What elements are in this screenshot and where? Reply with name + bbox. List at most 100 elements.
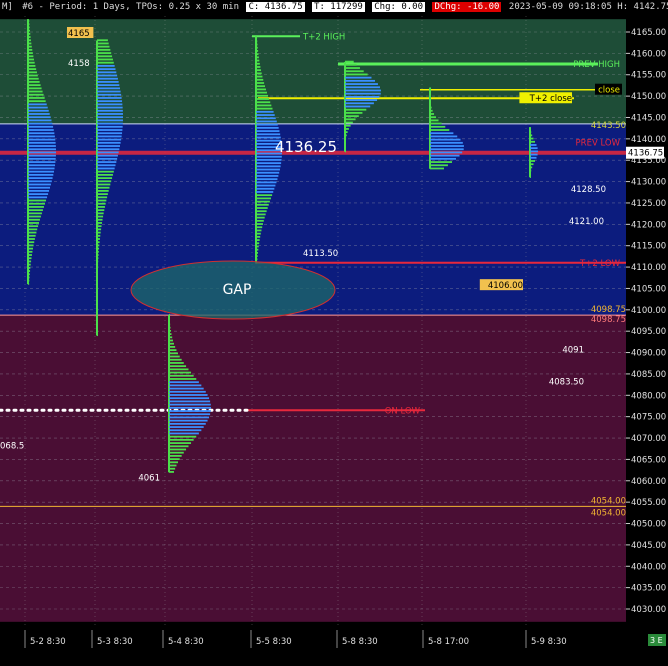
y-tick-label: 4120.00: [631, 220, 666, 230]
tpo-row: [28, 183, 51, 186]
chart-svg[interactable]: GAP 4136.25 4165 4158 4143.50 4128.50 4121.00 4…: [0, 0, 668, 666]
tpo-row: [169, 394, 208, 396]
tpo-row: [530, 140, 536, 143]
y-tick-label: 4100.00: [631, 306, 666, 316]
tpo-row: [430, 103, 431, 106]
price-tag: 4136.75: [628, 149, 663, 159]
tpo-row: [28, 145, 56, 147]
y-tick-label: 4095.00: [631, 327, 666, 337]
tpo-row: [430, 90, 431, 93]
tpo-row: [97, 97, 122, 99]
tpo-row: [169, 400, 211, 403]
tpo-row: [345, 67, 360, 69]
tpo-row: [530, 147, 538, 150]
tpo-row: [530, 153, 538, 156]
tpo-row: [97, 84, 120, 87]
tpo-row: [256, 181, 277, 184]
tpo-row: [97, 68, 116, 70]
tpo-row: [97, 202, 106, 205]
tpo-row: [256, 207, 268, 209]
price-annotation: 4106.00: [488, 281, 523, 291]
y-tick-label: 4035.00: [631, 584, 666, 594]
tpo-row: [97, 170, 114, 173]
corner-button[interactable]: 3 E: [650, 636, 663, 645]
header-ticks: T: 117299: [312, 2, 365, 12]
tpo-row: [97, 206, 105, 208]
tpo-row: [97, 234, 101, 237]
tpo-row: [28, 279, 30, 282]
tpo-row: [97, 228, 102, 231]
tpo-row: [97, 90, 121, 93]
tpo-row: [97, 209, 105, 212]
tpo-row: [28, 74, 38, 77]
tpo-row: [169, 384, 202, 387]
tpo-row: [256, 130, 280, 132]
tpo-row: [345, 76, 372, 79]
tpo-row: [28, 196, 48, 199]
tpo-row: [97, 263, 99, 266]
tpo-row: [97, 311, 98, 314]
tpo-row: [256, 85, 266, 88]
tpo-row: [345, 63, 357, 66]
y-tick-label: 4030.00: [631, 605, 666, 615]
x-axis-bg: [0, 630, 668, 666]
header-chg: Chg: 0.00: [372, 2, 426, 12]
tpo-row: [345, 128, 349, 130]
tpo-row: [97, 116, 123, 119]
price-annotation: 4143.50: [591, 121, 626, 131]
tpo-row: [97, 161, 117, 163]
tpo-row: [97, 231, 101, 234]
y-tick-label: 4080.00: [631, 391, 666, 401]
tpo-row: [430, 157, 457, 160]
price-annotation: 4158: [68, 59, 90, 69]
tpo-row: [169, 333, 172, 335]
tpo-row: [169, 387, 204, 390]
tpo-row: [430, 138, 461, 141]
price-annotation: 4121.00: [569, 217, 604, 227]
y-tick-label: 4070.00: [631, 434, 666, 444]
tpo-row: [97, 148, 120, 151]
tpo-row: [256, 66, 261, 68]
tpo-row: [169, 339, 174, 342]
tpo-row: [169, 471, 174, 473]
tpo-row: [97, 48, 111, 51]
tpo-row: [169, 336, 173, 339]
tpo-row: [169, 451, 184, 454]
tpo-row: [169, 355, 180, 358]
tpo-row: [28, 138, 56, 141]
tpo-row: [97, 145, 121, 147]
tpo-row: [430, 93, 431, 96]
tpo-row: [28, 81, 40, 83]
tpo-row: [28, 23, 30, 26]
tpo-row: [97, 81, 119, 83]
tpo-row: [430, 129, 450, 131]
tpo-row: [28, 122, 53, 125]
x-tick-label: 5-8 17:00: [428, 637, 469, 647]
tpo-row: [97, 298, 98, 301]
tpo-row: [345, 131, 348, 134]
tpo-row: [256, 235, 261, 238]
tpo-row: [169, 397, 210, 400]
tpo-row: [28, 273, 30, 276]
tpo-row: [97, 260, 99, 263]
tpo-row: [28, 97, 45, 99]
tpo-row: [97, 286, 98, 288]
tpo-row: [530, 144, 537, 146]
price-annotation: 4091: [562, 345, 584, 355]
price-annotation: 4061: [138, 474, 160, 484]
tpo-row: [169, 317, 170, 319]
tpo-row: [28, 190, 50, 192]
y-tick-label: 4115.00: [631, 242, 666, 252]
tpo-row: [97, 282, 98, 285]
zone-lower: [0, 315, 626, 622]
tpo-row: [430, 109, 433, 112]
tpo-row: [28, 129, 54, 131]
tpo-row: [256, 171, 280, 174]
tpo-row: [256, 219, 264, 222]
tpo-row: [28, 218, 40, 221]
tpo-row: [530, 150, 538, 153]
tpo-row: [28, 257, 32, 260]
tpo-row: [97, 61, 114, 64]
tpo-row: [345, 147, 346, 150]
tpo-row: [530, 160, 536, 162]
